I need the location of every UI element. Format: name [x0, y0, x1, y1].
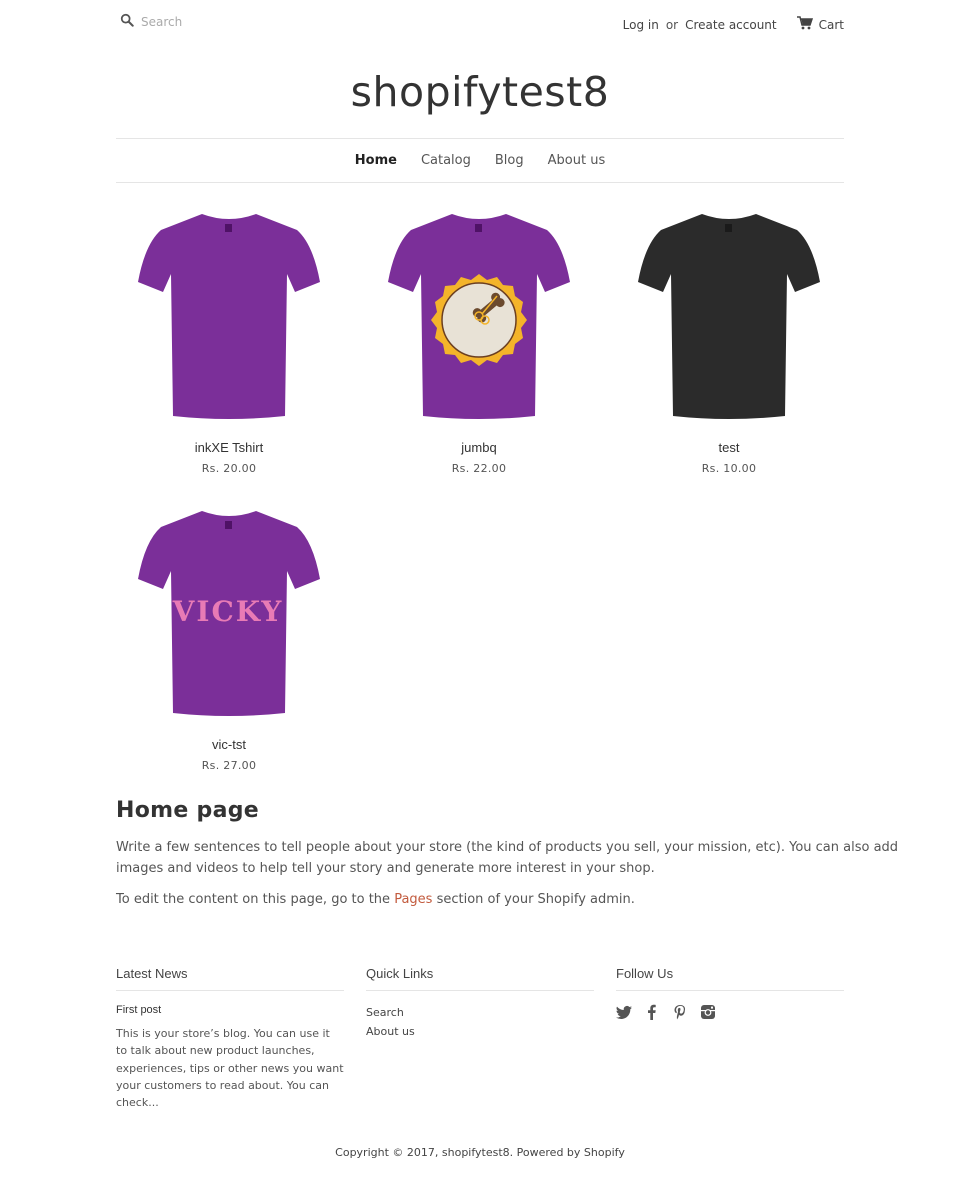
product-card[interactable]: test Rs. 10.00 [617, 204, 841, 475]
instagram-icon[interactable] [700, 1004, 728, 1024]
nav-item-catalog[interactable]: Catalog [421, 153, 471, 168]
footer-link-search[interactable]: Search [366, 1006, 404, 1019]
nav-item-home[interactable]: Home [355, 153, 397, 168]
product-price: Rs. 10.00 [701, 462, 757, 475]
or-separator: or [665, 17, 679, 32]
footer-follow-us: Follow Us [616, 966, 844, 1024]
facebook-icon[interactable] [644, 1004, 672, 1024]
main-nav: Home Catalog Blog About us [116, 138, 844, 183]
cart-label: Cart [818, 17, 844, 32]
create-account-link[interactable]: Create account [685, 18, 777, 32]
pinterest-icon[interactable] [672, 1004, 700, 1024]
page-title: Home page [116, 798, 259, 823]
blog-post-link[interactable]: First post [116, 1004, 344, 1016]
badge-print [431, 274, 527, 366]
nav-item-about-us[interactable]: About us [548, 153, 606, 168]
product-price: Rs. 20.00 [201, 462, 257, 475]
product-image [388, 214, 570, 419]
twitter-icon[interactable] [616, 1004, 644, 1024]
product-price: Rs. 22.00 [451, 462, 507, 475]
login-link[interactable]: Log in [623, 18, 659, 32]
quick-links-heading: Quick Links [366, 966, 594, 991]
cart-link[interactable]: Cart [796, 16, 844, 33]
product-title: test [718, 440, 740, 455]
social-icons [616, 1004, 844, 1024]
footer-latest-news: Latest News First post This is your stor… [116, 966, 344, 1111]
footer-quick-links: Quick Links Search About us [366, 966, 594, 1041]
copyright-text: Copyright © 2017, shopifytest8. Powered … [335, 1146, 625, 1159]
account-links: Log in or Create account Cart [623, 16, 844, 33]
product-title: inkXE Tshirt [194, 440, 264, 455]
product-title: jumbq [461, 440, 497, 455]
nav-item-blog[interactable]: Blog [495, 153, 524, 168]
pages-admin-link[interactable]: Pages [394, 892, 432, 907]
product-title: vic-tst [212, 737, 246, 752]
vicky-print: VICKY [172, 595, 284, 628]
product-card[interactable]: inkXE Tshirt Rs. 20.00 [117, 204, 341, 475]
edit-text-after: section of your Shopify admin. [432, 892, 635, 907]
blog-post-excerpt: This is your store’s blog. You can use i… [116, 1027, 344, 1110]
home-intro-paragraph: Write a few sentences to tell people abo… [116, 840, 899, 876]
tshirt-shape [138, 214, 320, 419]
footer-link-about-us[interactable]: About us [366, 1025, 415, 1038]
product-image: VICKY [138, 511, 320, 716]
search-icon[interactable] [120, 12, 134, 31]
product-card[interactable]: VICKY vic-tst Rs. 27.00 [117, 501, 341, 772]
product-image [138, 214, 320, 419]
search-input[interactable] [141, 14, 341, 29]
product-card[interactable]: jumbq Rs. 22.00 [367, 204, 591, 475]
tshirt-shape [638, 214, 820, 419]
cart-icon [796, 16, 819, 33]
follow-us-heading: Follow Us [616, 966, 844, 991]
edit-text-before: To edit the content on this page, go to … [116, 892, 395, 907]
top-bar: Log in or Create account Cart [116, 0, 844, 46]
store-logo[interactable]: shopifytest8 [0, 68, 960, 116]
product-price: Rs. 27.00 [201, 759, 257, 772]
search-form [120, 12, 341, 31]
product-image [638, 214, 820, 419]
latest-news-heading: Latest News [116, 966, 344, 991]
home-edit-paragraph: To edit the content on this page, go to … [116, 889, 916, 910]
